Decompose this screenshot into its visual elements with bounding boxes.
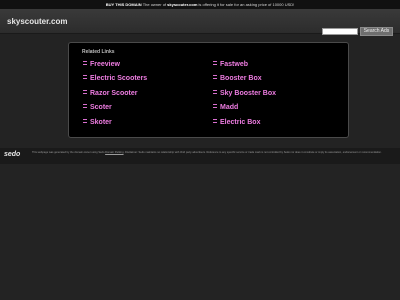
related-link[interactable]: Electric Scooters (83, 74, 147, 83)
banner-text-pre: The owner of (142, 2, 168, 7)
related-link[interactable]: Scoter (83, 103, 112, 112)
header: skyscouter.com Search Ads (0, 9, 400, 36)
link-label[interactable]: Electric Box (220, 119, 260, 126)
related-link[interactable]: Booster Box (213, 74, 262, 83)
domain-sale-banner[interactable]: BUY THIS DOMAIN The owner of skyscouter.… (0, 0, 400, 9)
link-label[interactable]: Freeview (90, 61, 120, 68)
related-link[interactable]: Fastweb (213, 60, 248, 69)
search-input[interactable] (322, 28, 358, 35)
bullet-icon (83, 119, 87, 123)
link-label[interactable]: Scoter (90, 104, 112, 111)
bullet-icon (213, 104, 217, 108)
related-links-heading: Related Links (82, 49, 115, 55)
banner-text-post: is offering it for sale for an asking pr… (197, 2, 295, 7)
domain-parking-link[interactable]: Domain Parking (105, 151, 123, 154)
related-link[interactable]: Razor Scooter (83, 89, 137, 98)
link-label[interactable]: Booster Box (220, 75, 262, 82)
related-link[interactable]: Electric Box (213, 118, 260, 127)
footer-text-1: This webpage was generated by the domain… (32, 151, 106, 154)
buy-domain-label[interactable]: BUY THIS DOMAIN (106, 2, 142, 7)
related-links-panel: Related Links Freeview Electric Scooters… (68, 42, 349, 138)
related-link[interactable]: Madd (213, 103, 238, 112)
site-title: skyscouter.com (7, 17, 68, 26)
link-label[interactable]: Fastweb (220, 61, 248, 68)
link-label[interactable]: Madd (220, 104, 238, 111)
search-ads-button[interactable]: Search Ads (360, 27, 393, 36)
footer: sedo This webpage was generated by the d… (0, 148, 400, 164)
link-label[interactable]: Skoter (90, 119, 112, 126)
bullet-icon (83, 104, 87, 108)
bullet-icon (213, 61, 217, 65)
footer-text-2: . Disclaimer: Sedo maintains no relation… (123, 151, 382, 154)
related-link[interactable]: Freeview (83, 60, 120, 69)
related-link[interactable]: Sky Booster Box (213, 89, 276, 98)
bullet-icon (213, 75, 217, 79)
sedo-logo[interactable]: sedo (4, 151, 20, 158)
bullet-icon (83, 75, 87, 79)
bullet-icon (83, 90, 87, 94)
link-label[interactable]: Electric Scooters (90, 75, 147, 82)
related-link[interactable]: Skoter (83, 118, 112, 127)
bullet-icon (213, 119, 217, 123)
link-label[interactable]: Sky Booster Box (220, 90, 276, 97)
bullet-icon (213, 90, 217, 94)
banner-domain: skyscouter.com (167, 2, 198, 7)
bullet-icon (83, 61, 87, 65)
link-label[interactable]: Razor Scooter (90, 90, 137, 97)
footer-disclaimer: This webpage was generated by the domain… (32, 151, 394, 155)
